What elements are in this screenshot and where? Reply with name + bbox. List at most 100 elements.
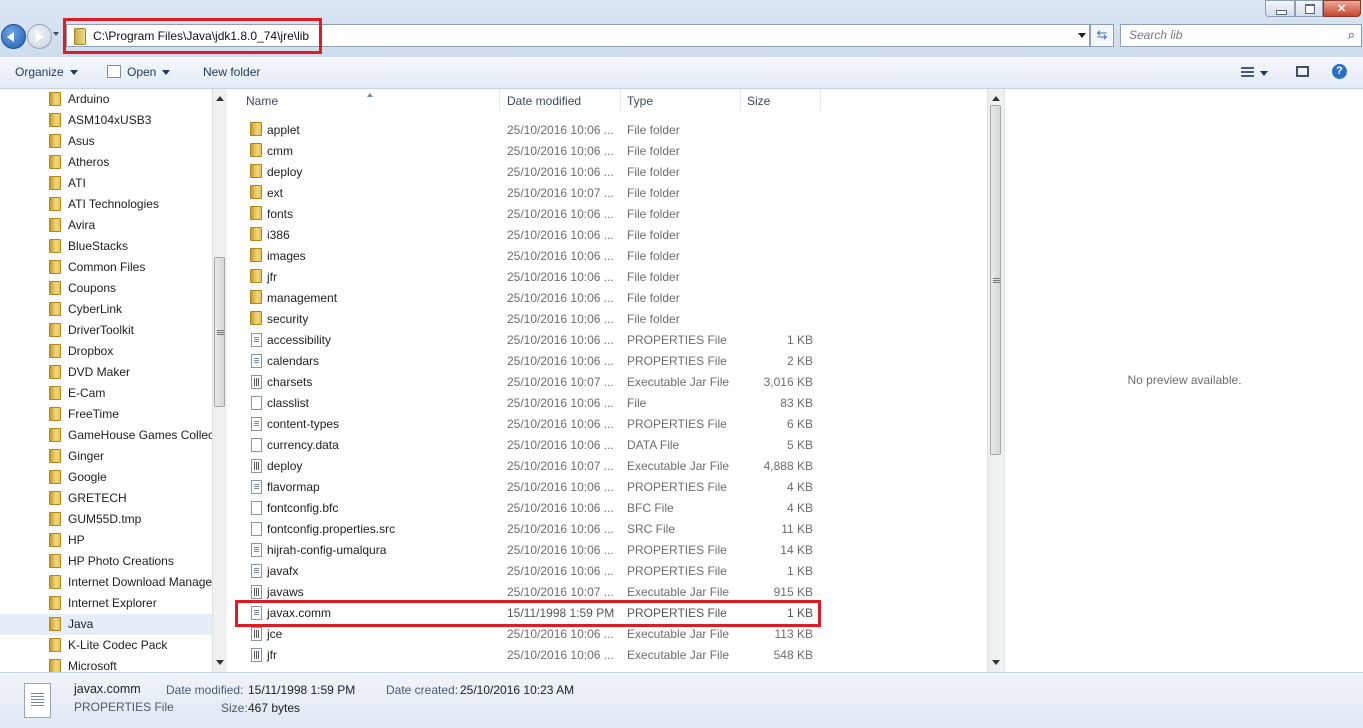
scroll-down-icon[interactable] xyxy=(992,660,1000,669)
column-header-type[interactable]: Type xyxy=(627,94,653,108)
nav-item[interactable]: ATI Technologies xyxy=(0,194,212,215)
nav-item[interactable]: Internet Download Manager xyxy=(0,572,212,593)
nav-item[interactable]: Arduino xyxy=(0,89,212,110)
scroll-up-icon[interactable] xyxy=(992,92,1000,101)
file-row[interactable]: applet 25/10/2016 10:06 ... File folder xyxy=(228,119,987,140)
nav-item[interactable]: Common Files xyxy=(0,257,212,278)
nav-item-label: Avira xyxy=(68,218,96,232)
file-row[interactable]: cmm 25/10/2016 10:06 ... File folder xyxy=(228,140,987,161)
navigation-scrollbar[interactable] xyxy=(212,89,227,672)
file-row[interactable]: deploy 25/10/2016 10:06 ... File folder xyxy=(228,161,987,182)
file-date-modified: 25/10/2016 10:06 ... xyxy=(507,354,614,368)
file-row[interactable]: classlist 25/10/2016 10:06 ... File 83 KB xyxy=(228,392,987,413)
recent-pages-dropdown-icon[interactable] xyxy=(53,32,59,39)
change-view-button[interactable] xyxy=(1241,66,1268,80)
nav-item[interactable]: GameHouse Games Collection xyxy=(0,425,212,446)
nav-item[interactable]: E-Cam xyxy=(0,383,212,404)
file-row[interactable]: jfr 25/10/2016 10:06 ... File folder xyxy=(228,266,987,287)
file-row[interactable]: charsets 25/10/2016 10:07 ... Executable J… xyxy=(228,371,987,392)
nav-item[interactable]: CyberLink xyxy=(0,299,212,320)
folder-icon xyxy=(49,218,61,232)
file-row[interactable]: deploy 25/10/2016 10:07 ... Executable Jar… xyxy=(228,455,987,476)
forward-button[interactable] xyxy=(27,24,52,49)
file-row[interactable]: flavormap 25/10/2016 10:06 ... PROPERTIES … xyxy=(228,476,987,497)
refresh-button[interactable]: ⇆ xyxy=(1090,24,1114,47)
file-row[interactable]: fontconfig.bfc 25/10/2016 10:06 ... BFC Fi… xyxy=(228,497,987,518)
file-row[interactable]: ext 25/10/2016 10:07 ... File folder xyxy=(228,182,987,203)
help-icon[interactable]: ? xyxy=(1332,64,1347,79)
folder-icon xyxy=(49,386,61,400)
close-window-button[interactable] xyxy=(1323,0,1361,17)
file-row[interactable]: javax.comm 15/11/1998 1:59 PM PROPERTIES F… xyxy=(228,602,987,623)
file-row[interactable]: currency.data 25/10/2016 10:06 ... DATA Fi… xyxy=(228,434,987,455)
nav-item[interactable]: K-Lite Codec Pack xyxy=(0,635,212,656)
column-header-date-modified[interactable]: Date modified xyxy=(507,94,581,108)
nav-item[interactable]: Avira xyxy=(0,215,212,236)
nav-item[interactable]: ASM104xUSB3 xyxy=(0,110,212,131)
nav-item[interactable]: Coupons xyxy=(0,278,212,299)
file-row[interactable]: security 25/10/2016 10:06 ... File folder xyxy=(228,308,987,329)
preview-pane-icon[interactable] xyxy=(1296,66,1309,77)
nav-item[interactable]: HP Photo Creations xyxy=(0,551,212,572)
nav-item[interactable]: Atheros xyxy=(0,152,212,173)
nav-item[interactable]: ATI xyxy=(0,173,212,194)
column-divider[interactable] xyxy=(499,89,500,111)
scrollbar-thumb[interactable] xyxy=(990,105,1001,455)
column-divider[interactable] xyxy=(740,89,741,111)
nav-item[interactable]: DVD Maker xyxy=(0,362,212,383)
file-row[interactable]: calendars 25/10/2016 10:06 ... PROPERTIES … xyxy=(228,350,987,371)
nav-item[interactable]: DriverToolkit xyxy=(0,320,212,341)
nav-item[interactable]: FreeTime xyxy=(0,404,212,425)
folder-icon xyxy=(49,344,61,358)
file-date-modified: 25/10/2016 10:07 ... xyxy=(507,186,614,200)
nav-item[interactable]: Asus xyxy=(0,131,212,152)
open-button[interactable]: Open xyxy=(107,65,171,79)
file-type: Executable Jar File xyxy=(627,375,730,389)
file-row[interactable]: javafx 25/10/2016 10:06 ... PROPERTIES Fil… xyxy=(228,560,987,581)
nav-item[interactable]: Dropbox xyxy=(0,341,212,362)
scroll-up-icon[interactable] xyxy=(216,92,224,101)
file-row[interactable]: fontconfig.properties.src 25/10/2016 10:0… xyxy=(228,518,987,539)
folder-icon xyxy=(250,206,262,220)
scrollbar-thumb[interactable] xyxy=(214,257,225,407)
file-list-scrollbar[interactable] xyxy=(987,89,1004,672)
nav-item[interactable]: Ginger xyxy=(0,446,212,467)
search-input[interactable]: Search lib ⌕ xyxy=(1120,24,1362,47)
file-row[interactable]: management 25/10/2016 10:06 ... File folde… xyxy=(228,287,987,308)
column-header-size[interactable]: Size xyxy=(747,94,770,108)
column-divider[interactable] xyxy=(820,89,821,111)
file-row[interactable]: fonts 25/10/2016 10:06 ... File folder xyxy=(228,203,987,224)
address-path[interactable]: C:\Program Files\Java\jdk1.8.0_74\jre\li… xyxy=(93,29,309,43)
nav-item[interactable]: HP xyxy=(0,530,212,551)
back-button[interactable] xyxy=(1,24,26,49)
file-row[interactable]: jce 25/10/2016 10:06 ... Executable Jar Fi… xyxy=(228,623,987,644)
file-type: PROPERTIES File xyxy=(627,606,727,620)
nav-item[interactable]: GRETECH xyxy=(0,488,212,509)
file-row[interactable]: content-types 25/10/2016 10:06 ... PROPERT… xyxy=(228,413,987,434)
nav-item[interactable]: Microsoft xyxy=(0,656,212,672)
document-icon xyxy=(251,354,262,368)
minimize-button[interactable] xyxy=(1265,0,1295,17)
address-dropdown-icon[interactable] xyxy=(1078,33,1086,42)
column-header-name[interactable]: Name xyxy=(246,94,278,108)
organize-button[interactable]: Organize xyxy=(15,65,78,79)
file-row[interactable]: images 25/10/2016 10:06 ... File folder xyxy=(228,245,987,266)
file-row[interactable]: hijrah-config-umalqura 25/10/2016 10:06 .… xyxy=(228,539,987,560)
scroll-down-icon[interactable] xyxy=(216,660,224,669)
folder-icon xyxy=(49,638,61,652)
nav-item[interactable]: Internet Explorer xyxy=(0,593,212,614)
nav-item[interactable]: GUM55D.tmp xyxy=(0,509,212,530)
file-row[interactable]: jfr 25/10/2016 10:06 ... Executable Jar Fi… xyxy=(228,644,987,665)
address-bar[interactable]: C:\Program Files\Java\jdk1.8.0_74\jre\li… xyxy=(66,24,1090,47)
navigation-pane: Arduino ASM104xUSB3 Asus Atheros ATI ATI Tech… xyxy=(0,89,212,672)
file-row[interactable]: accessibility 25/10/2016 10:06 ... PROPERT… xyxy=(228,329,987,350)
new-folder-button[interactable]: New folder xyxy=(203,65,260,79)
search-icon[interactable]: ⌕ xyxy=(1348,27,1355,43)
file-row[interactable]: i386 25/10/2016 10:06 ... File folder xyxy=(228,224,987,245)
nav-item[interactable]: Google xyxy=(0,467,212,488)
nav-item[interactable]: BlueStacks xyxy=(0,236,212,257)
file-row[interactable]: javaws 25/10/2016 10:07 ... Executable Jar… xyxy=(228,581,987,602)
nav-item[interactable]: Java xyxy=(0,614,212,635)
column-divider[interactable] xyxy=(620,89,621,111)
maximize-button[interactable] xyxy=(1295,0,1323,17)
